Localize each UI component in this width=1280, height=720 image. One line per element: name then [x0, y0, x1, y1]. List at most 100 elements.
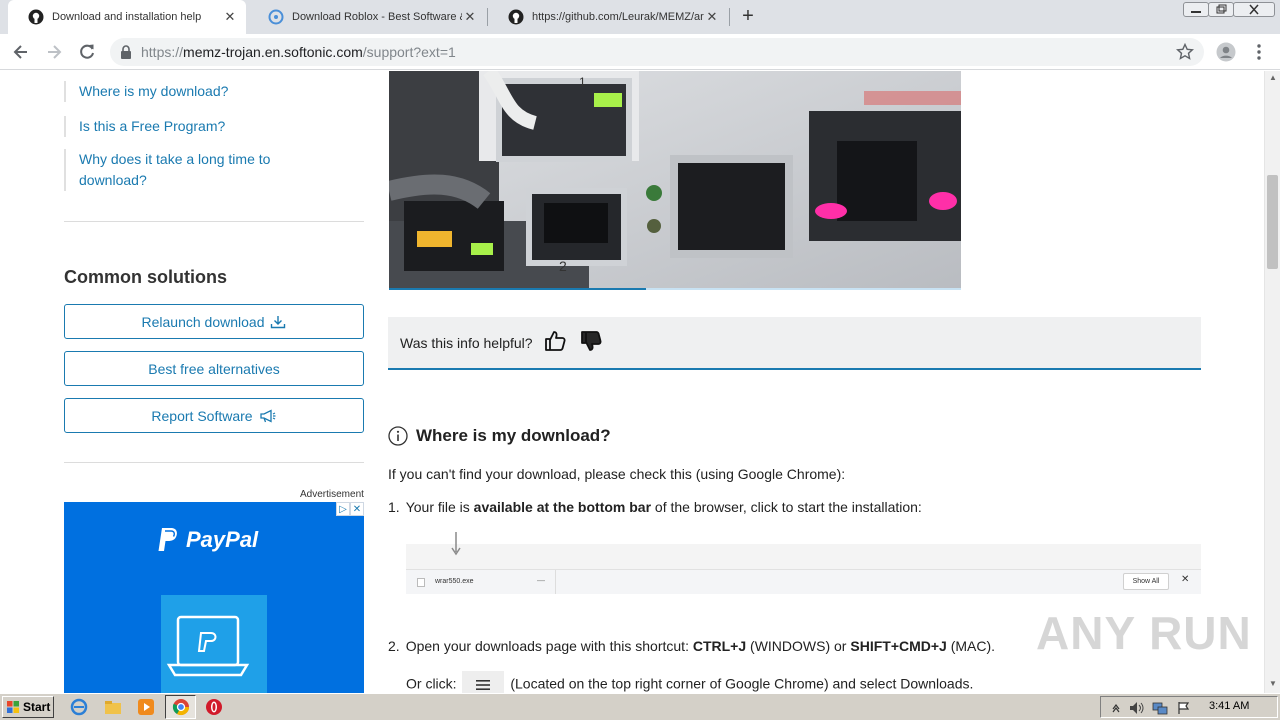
anyrun-watermark: ANY RUN: [1036, 607, 1252, 659]
show-hidden-icons-icon[interactable]: [1111, 702, 1121, 714]
chrome-icon: [172, 699, 190, 716]
new-tab-button[interactable]: +: [737, 6, 759, 28]
scroll-up-arrow[interactable]: ▲: [1268, 73, 1278, 82]
section-title: Where is my download?: [388, 426, 611, 446]
github-icon: [28, 9, 44, 25]
shortcut-mac: SHIFT+CMD+J: [850, 638, 947, 654]
more-menu-icon[interactable]: [1249, 42, 1269, 62]
report-software-button[interactable]: Report Software: [64, 398, 364, 433]
action-center-flag-icon[interactable]: [1177, 701, 1191, 715]
paypal-ad[interactable]: ▷ ✕ PayPal: [64, 502, 364, 693]
paypal-logo: PayPal: [156, 526, 258, 554]
bookmark-star-icon[interactable]: [1176, 43, 1194, 61]
sidebar-link-long-time[interactable]: Why does it take a long time to download…: [64, 149, 294, 191]
ad-choices[interactable]: ▷ ✕: [336, 502, 364, 516]
chrome-taskbar-button[interactable]: [165, 695, 196, 719]
start-button[interactable]: Start: [2, 696, 54, 718]
relaunch-label: Relaunch download: [141, 313, 265, 330]
step-1-number: 1.: [388, 499, 400, 515]
advertisement-label: Advertisement: [300, 489, 364, 500]
info-icon: [388, 426, 408, 446]
minimize-icon: [1191, 11, 1201, 13]
back-icon[interactable]: [11, 42, 31, 62]
restore-icon: [1216, 4, 1227, 14]
restore-button[interactable]: [1208, 2, 1234, 17]
download-bar: wrar550.exe — Show All ✕: [406, 569, 1201, 594]
windows-logo-icon: [7, 701, 19, 713]
download-filename: wrar550.exe: [435, 578, 474, 585]
tab-title: Download Roblox - Best Software &: [292, 11, 462, 23]
arrow-down-icon: [451, 532, 461, 556]
sidebar-link-where-download[interactable]: Where is my download?: [64, 81, 324, 102]
close-tab-icon[interactable]: ✕: [704, 9, 720, 25]
step-2-number: 2.: [388, 638, 400, 654]
paypal-p-icon: [158, 528, 177, 551]
minimize-button[interactable]: [1183, 2, 1209, 17]
sidebar-link-free-program[interactable]: Is this a Free Program?: [64, 116, 324, 137]
video-player[interactable]: 2 1: [389, 71, 961, 289]
page-scrollbar[interactable]: ▲ ▼: [1264, 71, 1280, 693]
close-ad-icon[interactable]: ✕: [350, 502, 364, 516]
best-alternatives-button[interactable]: Best free alternatives: [64, 351, 364, 386]
reload-icon[interactable]: [77, 42, 97, 62]
paypal-brand-text: PayPal: [186, 527, 259, 552]
opera-icon[interactable]: [205, 698, 223, 716]
step-2-post: (MAC).: [946, 638, 996, 654]
lock-icon: [121, 45, 131, 59]
step-2b: Or click: (Located on the top right corn…: [406, 671, 973, 693]
download-bar-divider: [555, 570, 556, 594]
tab-download-help[interactable]: Download and installation help ✕: [8, 0, 246, 34]
hamburger-menu-icon: [476, 680, 491, 690]
system-clock: 3:41 AM: [1209, 700, 1250, 712]
tab-title: https://github.com/Leurak/MEMZ/ar: [532, 11, 704, 23]
section-title-text: Where is my download?: [416, 426, 611, 445]
video-progress-bar[interactable]: [389, 288, 961, 290]
github-icon: [508, 9, 524, 25]
divider: [64, 221, 364, 222]
url-host: memz-trojan.en.softonic.com: [183, 44, 363, 60]
tab-github[interactable]: https://github.com/Leurak/MEMZ/ar ✕: [488, 0, 728, 34]
helpful-question: Was this info helpful?: [400, 335, 533, 351]
ad-device-illustration: [161, 595, 267, 693]
tab-roblox[interactable]: Download Roblox - Best Software & ✕: [248, 0, 486, 34]
close-icon: [1249, 4, 1259, 15]
step-1-bold: available at the bottom bar: [473, 499, 652, 515]
adchoices-icon[interactable]: ▷: [336, 502, 350, 516]
common-solutions-title: Common solutions: [64, 267, 227, 287]
step-2b-pre: Or click:: [406, 675, 461, 692]
step-2-pre: Open your downloads page with this short…: [405, 638, 693, 654]
file-explorer-icon[interactable]: [104, 698, 122, 716]
profile-avatar-icon[interactable]: [1216, 42, 1236, 62]
close-window-button[interactable]: [1233, 2, 1275, 17]
megaphone-icon: [259, 408, 276, 423]
scroll-down-arrow[interactable]: ▼: [1268, 679, 1278, 688]
volume-icon[interactable]: [1129, 701, 1145, 715]
alternatives-label: Best free alternatives: [148, 360, 280, 377]
step-1: 1. Your file is available at the bottom b…: [388, 499, 922, 515]
scrollbar-thumb[interactable]: [1267, 175, 1278, 269]
url-text: https://memz-trojan.en.softonic.com/supp…: [141, 44, 456, 60]
tab-separator: [729, 8, 730, 26]
download-icon: [271, 315, 286, 328]
step-2b-post: (Located on the top right corner of Goog…: [506, 675, 974, 692]
video-progress-fill: [389, 288, 647, 290]
tab-title: Download and installation help: [52, 11, 202, 23]
router-video-frame: 2 1: [389, 71, 961, 289]
media-player-icon[interactable]: [137, 698, 155, 716]
network-icon[interactable]: [1152, 701, 1168, 715]
address-bar[interactable]: https://memz-trojan.en.softonic.com/supp…: [110, 38, 1204, 66]
close-tab-icon[interactable]: ✕: [222, 9, 238, 25]
intro-text: If you can't find your download, please …: [388, 466, 846, 482]
system-tray: [1100, 696, 1278, 718]
chrome-menu-chip: [462, 671, 505, 693]
step-1-post: of the browser, click to start the insta…: [651, 499, 922, 515]
internet-explorer-icon[interactable]: [70, 698, 88, 716]
thumbs-down-icon[interactable]: [579, 329, 603, 353]
close-tab-icon[interactable]: ✕: [462, 9, 478, 25]
svg-text:2: 2: [559, 258, 567, 274]
show-all-button: Show All: [1123, 573, 1169, 590]
forward-icon[interactable]: [44, 42, 64, 62]
url-path: /support?ext=1: [362, 44, 456, 60]
thumbs-up-icon[interactable]: [543, 329, 567, 353]
relaunch-download-button[interactable]: Relaunch download: [64, 304, 364, 339]
